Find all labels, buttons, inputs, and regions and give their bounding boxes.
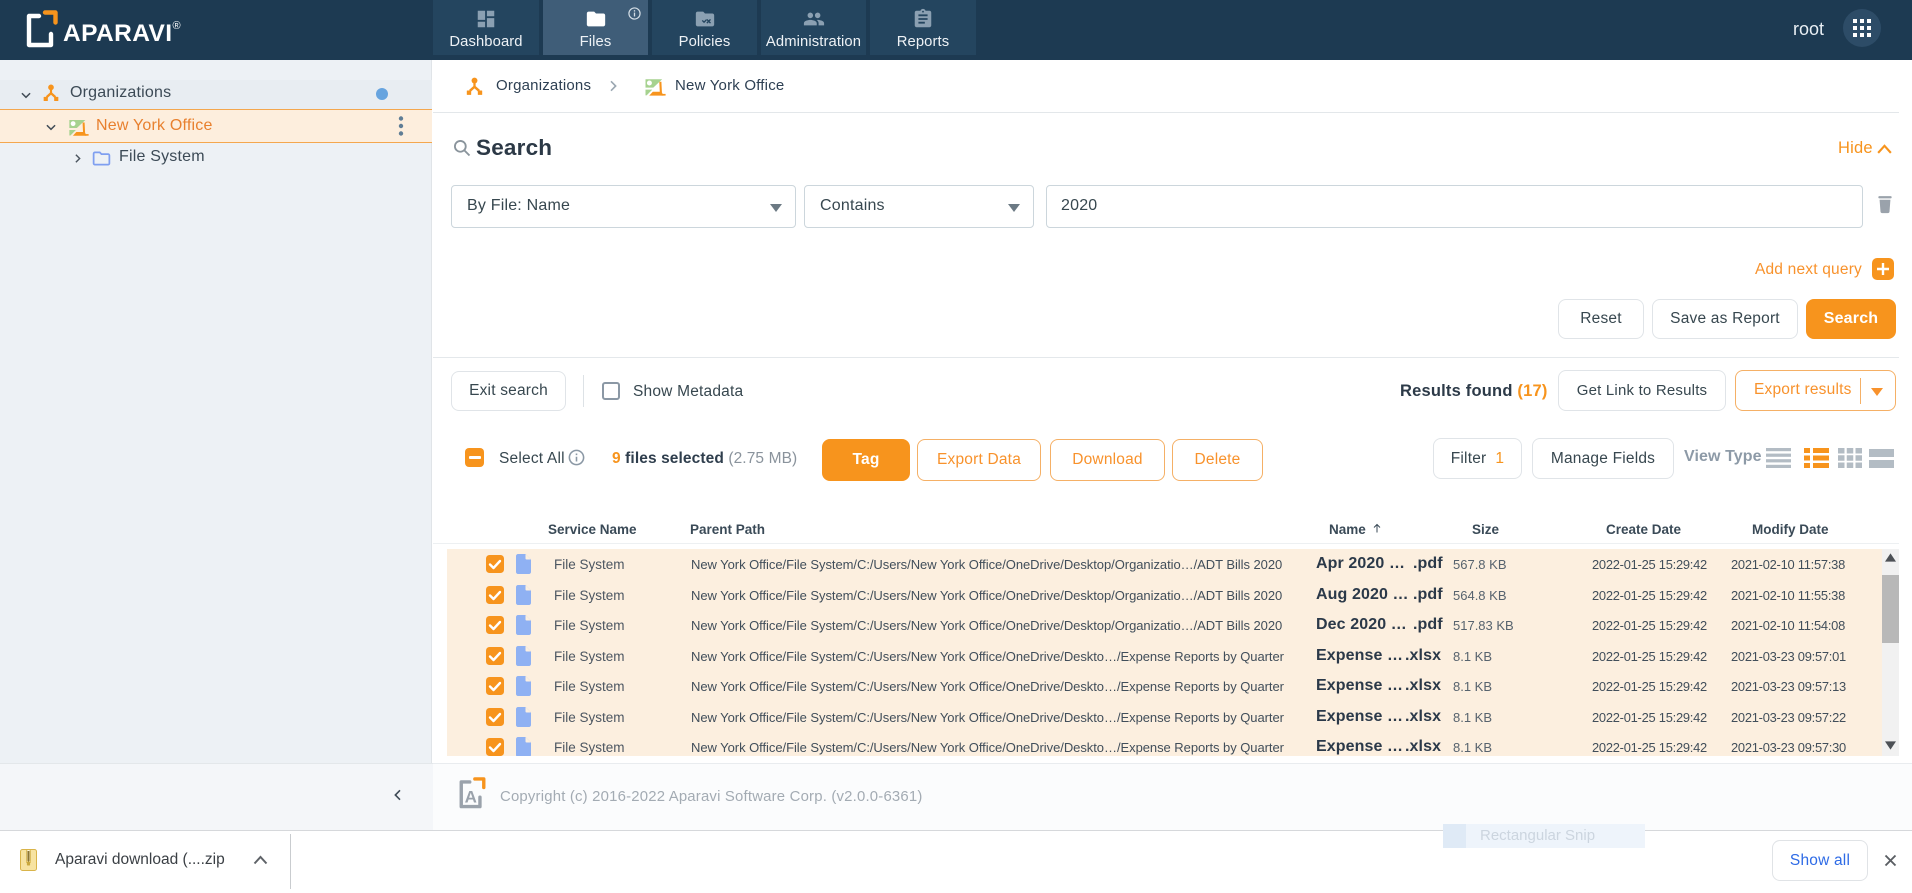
svg-text:A: A [465,787,477,806]
